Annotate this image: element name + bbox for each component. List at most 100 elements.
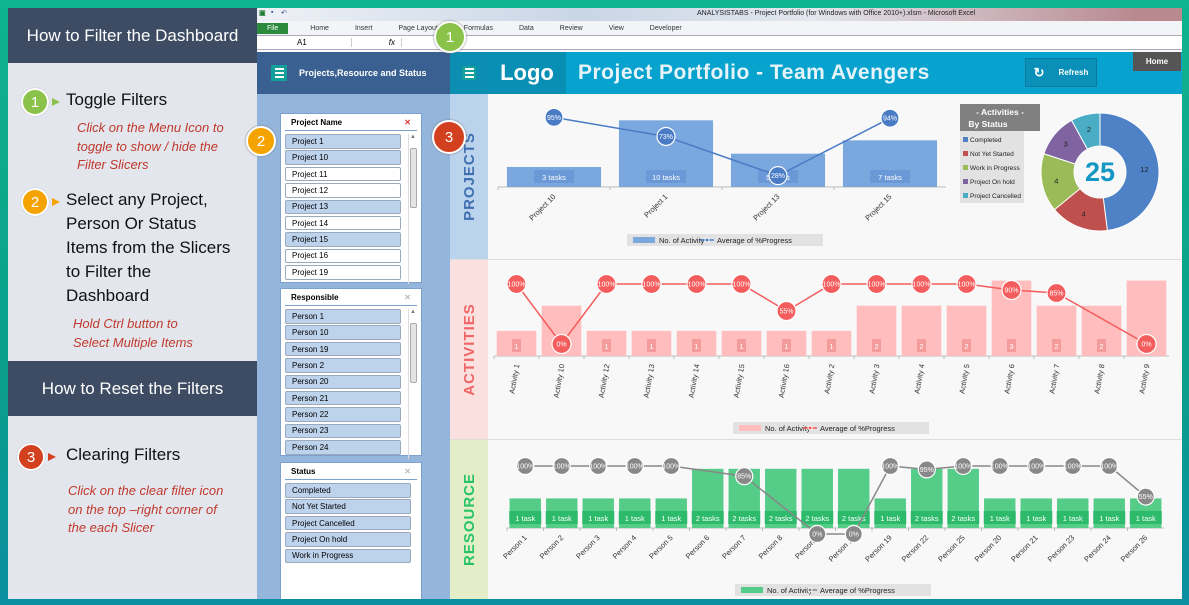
reset-guide-header: How to Reset the Filters: [8, 361, 257, 416]
annotation-3: 3: [432, 120, 466, 154]
slicer-item[interactable]: Project Cancelled: [285, 515, 411, 531]
x-tick-label-text: Activity 5: [957, 363, 971, 394]
slicer-item[interactable]: Project 16: [285, 248, 401, 264]
pie-slice-label: 3: [1064, 140, 1068, 149]
bar-label: 3 tasks: [542, 173, 566, 182]
progress-label: 100%: [913, 282, 931, 289]
x-tick-label: Person 2: [538, 533, 566, 561]
slicer-header: Status ✕: [285, 463, 417, 480]
tab-page-layout[interactable]: Page Layout: [398, 25, 437, 32]
x-tick-label-text: Project 15: [863, 192, 893, 222]
slicer-item[interactable]: Person 19: [285, 341, 401, 357]
refresh-label: Refresh: [1058, 68, 1089, 77]
x-tick-label-text: Activity 2: [822, 363, 836, 394]
slicer-item[interactable]: Completed: [285, 483, 411, 498]
scroll-up-icon[interactable]: ▲: [409, 309, 417, 315]
pie-legend-swatch: [963, 179, 968, 184]
menu-icon[interactable]: [462, 66, 476, 80]
bar-label: 1 task: [1136, 514, 1156, 523]
slicer-item[interactable]: Person 10: [285, 325, 401, 340]
scrollbar[interactable]: ▲: [408, 309, 417, 459]
resource-chart: 1 task Person 1 1 task Person 2 1 task Person…: [501, 456, 1164, 596]
bar-label: 1: [739, 342, 743, 351]
progress-label: 100%: [662, 464, 680, 471]
excel-window: ▣ ▪ ↶ ANALYSISTABS - Project Portfolio (…: [257, 8, 1182, 599]
slicer-item[interactable]: Person 21: [285, 390, 401, 406]
save-icon[interactable]: ▪: [271, 9, 273, 16]
slicer-item[interactable]: Person 22: [285, 407, 401, 422]
progress-label: 100%: [688, 282, 706, 289]
tab-review[interactable]: Review: [560, 25, 583, 32]
x-tick-label: Activity 5: [957, 363, 971, 394]
tab-developer[interactable]: Developer: [650, 25, 682, 32]
name-box[interactable]: A1: [257, 38, 352, 47]
x-tick-label: Activity 16: [777, 363, 792, 398]
clear-filter-icon[interactable]: ✕: [404, 293, 411, 302]
x-tick-label-text: Person 4: [611, 533, 639, 561]
slicer-item[interactable]: Project 12: [285, 183, 401, 198]
legend-swatch-bars: [739, 425, 761, 431]
home-button[interactable]: Home: [1133, 52, 1181, 71]
tab-data[interactable]: Data: [519, 25, 534, 32]
instructions-panel: How to Filter the Dashboard 1 Toggle Fil…: [8, 8, 257, 599]
clear-filter-icon[interactable]: ✕: [404, 467, 411, 476]
x-tick-label-text: Activity 15: [732, 363, 747, 398]
tab-home[interactable]: Home: [310, 25, 329, 32]
slicer-project-name: Project Name ✕ Project 1 Project 10 Project …: [280, 113, 422, 284]
tab-view[interactable]: View: [609, 25, 624, 32]
step-2: 2 Select any Project, Person Or Status I…: [21, 188, 231, 308]
progress-label: 85%: [1049, 291, 1063, 298]
slicer-item[interactable]: Person 20: [285, 374, 401, 390]
tab-insert[interactable]: Insert: [355, 25, 373, 32]
slicer-item[interactable]: Person 2: [285, 358, 401, 373]
slicer-item[interactable]: Work in Progress: [285, 548, 411, 564]
progress-label: 94%: [883, 116, 897, 123]
refresh-icon: ↻: [1033, 64, 1045, 80]
pie-slice-label: 4: [1082, 209, 1086, 218]
bar-label: 2 tasks: [769, 514, 793, 523]
undo-icon[interactable]: ↶: [281, 9, 287, 17]
slicer-item[interactable]: Person 24: [285, 440, 401, 455]
x-tick-label: Person 8: [757, 533, 785, 561]
tab-formulas[interactable]: Formulas: [464, 25, 493, 32]
scrollbar[interactable]: ▲: [408, 134, 417, 284]
slicer-item[interactable]: Project On hold: [285, 532, 411, 547]
x-tick-label: Project 13: [751, 192, 781, 222]
scroll-thumb[interactable]: [410, 323, 417, 383]
refresh-button[interactable]: ↻ Refresh: [1025, 58, 1097, 87]
bar-label: 1 task: [515, 514, 535, 523]
slicer-item[interactable]: Not Yet Started: [285, 499, 411, 514]
slicer-item[interactable]: Project 19: [285, 265, 401, 280]
menu-icon[interactable]: [271, 65, 287, 81]
slicer-title: Project Name: [291, 118, 343, 127]
slicer-item[interactable]: Person 23: [285, 423, 401, 439]
tab-file[interactable]: File: [257, 22, 289, 34]
step-number-3: 3: [17, 443, 45, 471]
slicer-item[interactable]: Project 11: [285, 166, 401, 182]
slicer-item[interactable]: Project 13: [285, 199, 401, 215]
scroll-thumb[interactable]: [410, 148, 417, 208]
pie-center-total: 25: [1085, 157, 1115, 187]
bar-label: 1 task: [880, 514, 900, 523]
pie-legend-label: Not Yet Started: [970, 151, 1014, 158]
x-tick-label: Person 19: [863, 533, 894, 564]
arrow-icon: [48, 453, 56, 461]
x-tick-label-text: Person 1: [501, 533, 529, 561]
slicer-item[interactable]: Project 1: [285, 134, 401, 149]
toggle-menu-button[interactable]: [450, 52, 488, 94]
progress-label: 95%: [920, 467, 934, 474]
pie-legend-title: By Status: [968, 119, 1007, 129]
slicer-item[interactable]: Project 14: [285, 215, 401, 231]
progress-label: 100%: [954, 464, 972, 471]
scroll-up-icon[interactable]: ▲: [409, 134, 417, 140]
legend-swatch-bars: [741, 587, 763, 593]
fx-icon[interactable]: fx: [352, 38, 402, 47]
slicer-item[interactable]: Project 15: [285, 232, 401, 247]
step-hint: Click on the Menu Icon to toggle to show…: [77, 120, 224, 172]
progress-label: 100%: [991, 464, 1009, 471]
slicer-item[interactable]: Project 10: [285, 150, 401, 165]
slicer-item[interactable]: Person 1: [285, 309, 401, 324]
clear-filter-icon[interactable]: ✕: [404, 118, 411, 127]
arrow-icon: [52, 198, 60, 206]
progress-label: 0%: [556, 342, 566, 349]
